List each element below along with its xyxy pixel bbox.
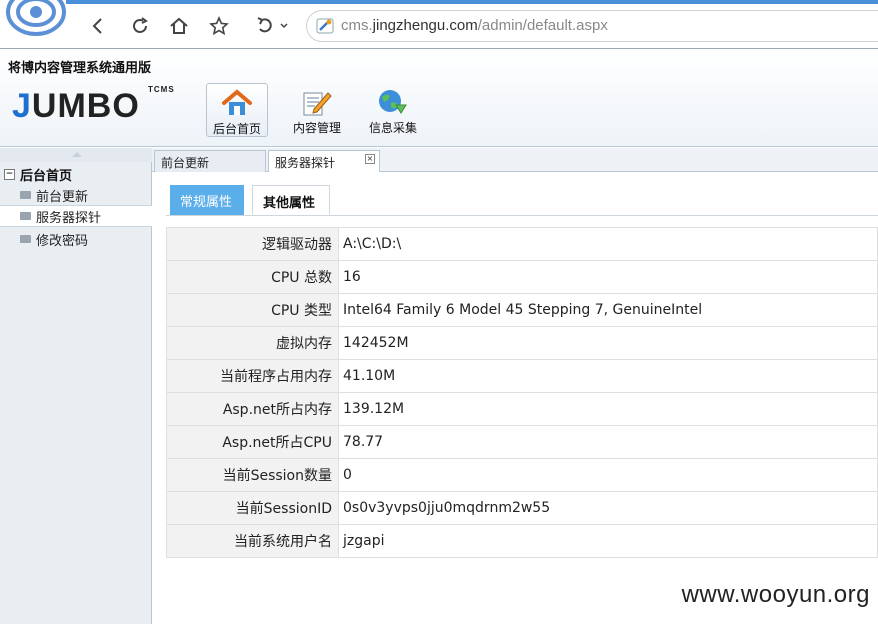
undo-icon <box>254 16 290 36</box>
table-row: Asp.net所占CPU78.77 <box>167 426 878 459</box>
main-content: 常规属性 其他属性 逻辑驱动器A:\C:\D:\ CPU 总数16 CPU 类型… <box>152 173 878 624</box>
home-nav-icon <box>169 16 189 36</box>
browser-logo-icon <box>4 0 66 36</box>
property-key: CPU 类型 <box>167 294 339 327</box>
property-value: 16 <box>339 261 878 294</box>
tab-label: 服务器探针 <box>275 156 335 170</box>
toolbar-home-label: 后台首页 <box>207 120 267 137</box>
tab-general-properties[interactable]: 常规属性 <box>170 185 244 215</box>
app-title: 将博内容管理系统通用版 <box>8 57 151 76</box>
back-button[interactable] <box>84 12 112 40</box>
table-row: 逻辑驱动器A:\C:\D:\ <box>167 228 878 261</box>
table-row: 当前程序占用内存41.10M <box>167 360 878 393</box>
folder-icon <box>20 191 31 199</box>
edit-icon <box>300 87 332 117</box>
toolbar-collect-label: 信息采集 <box>362 119 424 136</box>
property-key: 当前程序占用内存 <box>167 360 339 393</box>
cms-app: 将博内容管理系统通用版 JUMBO TCMS 后台首页 内容管理 <box>0 48 878 623</box>
document-tabbar: 前台更新 服务器探针 × <box>152 148 878 172</box>
property-value: Intel64 Family 6 Model 45 Stepping 7, Ge… <box>339 294 878 327</box>
sidebar-collapse-handle[interactable] <box>0 148 152 162</box>
sidebar-item-label: 服务器探针 <box>36 207 101 226</box>
home-button[interactable] <box>165 12 193 40</box>
table-row: CPU 总数16 <box>167 261 878 294</box>
toolbar-content-button[interactable]: 内容管理 <box>286 83 348 137</box>
property-value: 78.77 <box>339 426 878 459</box>
toolbar-home-button[interactable]: 后台首页 <box>206 83 268 137</box>
globe-icon <box>376 87 408 117</box>
browser-toolbar: cms.jingzhengu.com/admin/default.aspx <box>0 0 878 48</box>
table-row: 当前系统用户名jzgapi <box>167 525 878 558</box>
sidebar: − 后台首页 前台更新 服务器探针 修改密码 <box>0 148 152 624</box>
tree-root-label: 后台首页 <box>20 165 72 184</box>
property-key: 当前Session数量 <box>167 459 339 492</box>
property-value: 142452M <box>339 327 878 360</box>
watermark: www.wooyun.org <box>682 581 870 609</box>
compat-mode-icon <box>315 16 335 36</box>
property-key: Asp.net所占CPU <box>167 426 339 459</box>
close-icon[interactable]: × <box>365 154 375 164</box>
sidebar-item-change-password[interactable]: 修改密码 <box>0 228 152 250</box>
table-row: 当前SessionID0s0v3yvps0jju0mqdrnm2w55 <box>167 492 878 525</box>
table-row: CPU 类型Intel64 Family 6 Model 45 Stepping… <box>167 294 878 327</box>
undo-button[interactable] <box>252 12 292 40</box>
reload-icon <box>130 16 150 36</box>
property-key: 当前SessionID <box>167 492 339 525</box>
property-key: 虚拟内存 <box>167 327 339 360</box>
tab-strip-accent <box>66 0 878 4</box>
sidebar-item-label: 修改密码 <box>36 230 88 249</box>
address-bar[interactable]: cms.jingzhengu.com/admin/default.aspx <box>306 10 878 42</box>
table-row: Asp.net所占内存139.12M <box>167 393 878 426</box>
property-key: 当前系统用户名 <box>167 525 339 558</box>
table-row: 虚拟内存142452M <box>167 327 878 360</box>
sidebar-item-server-probe[interactable]: 服务器探针 <box>0 205 152 227</box>
server-info-table: 逻辑驱动器A:\C:\D:\ CPU 总数16 CPU 类型Intel64 Fa… <box>166 227 878 558</box>
sidebar-item-label: 前台更新 <box>36 186 88 205</box>
folder-icon <box>20 235 31 243</box>
divider <box>166 215 878 216</box>
back-icon <box>90 17 106 35</box>
property-value: A:\C:\D:\ <box>339 228 878 261</box>
property-value: 0s0v3yvps0jju0mqdrnm2w55 <box>339 492 878 525</box>
url-text: cms.jingzhengu.com/admin/default.aspx <box>341 17 608 34</box>
tab-label: 前台更新 <box>161 156 209 170</box>
reload-button[interactable] <box>126 12 154 40</box>
toolbar-content-label: 内容管理 <box>286 119 348 136</box>
property-value: 0 <box>339 459 878 492</box>
property-key: 逻辑驱动器 <box>167 228 339 261</box>
bookmark-button[interactable] <box>205 12 233 40</box>
property-key: CPU 总数 <box>167 261 339 294</box>
tree-root-home[interactable]: − 后台首页 <box>4 164 72 184</box>
folder-icon <box>20 212 31 220</box>
sidebar-item-frontend-update[interactable]: 前台更新 <box>0 184 152 206</box>
tab-frontend-update[interactable]: 前台更新 <box>154 150 266 172</box>
table-row: 当前Session数量0 <box>167 459 878 492</box>
jumbo-logo: JUMBO <box>12 87 140 126</box>
toolbar-collect-button[interactable]: 信息采集 <box>362 83 424 137</box>
tab-server-probe[interactable]: 服务器探针 × <box>268 150 380 172</box>
logo-badge: TCMS <box>148 85 175 94</box>
star-icon <box>209 16 229 36</box>
home-icon <box>221 88 253 118</box>
tab-other-properties[interactable]: 其他属性 <box>252 185 330 215</box>
property-value: 41.10M <box>339 360 878 393</box>
collapse-icon[interactable]: − <box>4 169 15 180</box>
app-header: 将博内容管理系统通用版 JUMBO TCMS 后台首页 内容管理 <box>0 49 878 147</box>
property-value: jzgapi <box>339 525 878 558</box>
property-key: Asp.net所占内存 <box>167 393 339 426</box>
property-value: 139.12M <box>339 393 878 426</box>
